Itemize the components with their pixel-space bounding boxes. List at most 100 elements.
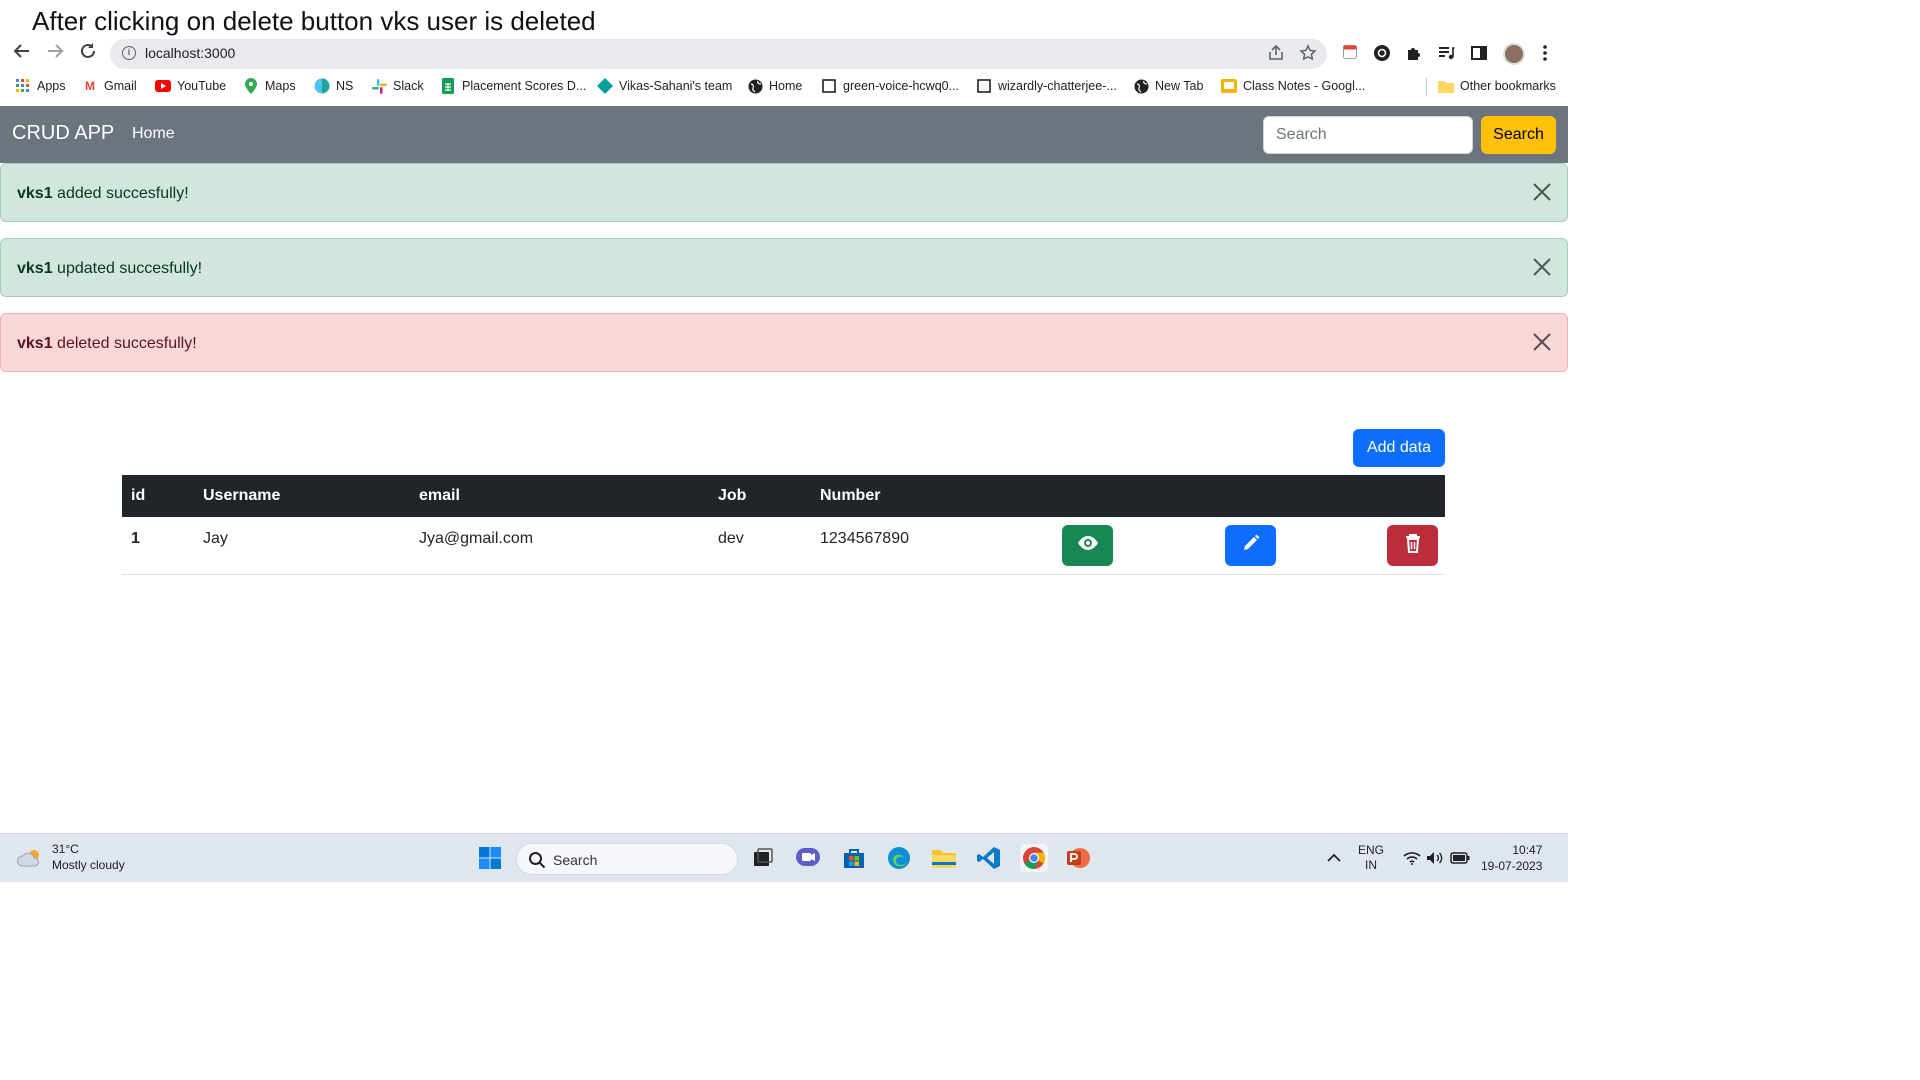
bookmark-slack[interactable]: Slack (371, 78, 424, 94)
app-brand[interactable]: CRUD APP (12, 122, 114, 145)
teams-chat-icon[interactable] (794, 844, 822, 872)
alert-added: vks1 added succesfully! (0, 163, 1568, 222)
clock-date: 19-07-2023 (1481, 859, 1543, 873)
ns-icon (314, 78, 330, 94)
weather-condition: Mostly cloudy (52, 858, 125, 872)
cell-number: 1234567890 (820, 530, 909, 547)
slack-icon (371, 78, 387, 94)
address-url: localhost:3000 (145, 45, 236, 61)
battery-icon[interactable] (1446, 844, 1474, 872)
trash-icon (1405, 533, 1421, 558)
globe-icon (1133, 78, 1149, 94)
bookmark-green-voice[interactable]: green-voice-hcwq0... (821, 78, 959, 94)
cell-email: Jya@gmail.com (419, 530, 534, 547)
alert-username: vks1 (17, 185, 53, 202)
screenshot-caption: After clicking on delete button vks user… (32, 6, 596, 36)
close-icon[interactable] (1531, 331, 1553, 353)
header-job: Job (718, 487, 747, 504)
taskbar-search[interactable]: Search (516, 843, 738, 875)
alert-deleted: vks1 deleted succesfully! (0, 313, 1568, 372)
apps-grid-icon (15, 78, 31, 94)
chevron-up-icon[interactable] (1320, 844, 1348, 872)
eye-icon (1076, 535, 1100, 556)
microsoft-store-icon[interactable] (840, 844, 868, 872)
delete-button[interactable] (1387, 525, 1438, 566)
vscode-icon[interactable] (975, 844, 1003, 872)
language-code: ENG (1358, 843, 1385, 857)
table-header: id Username email Job Number (122, 475, 1445, 517)
view-button[interactable] (1062, 525, 1113, 566)
cell-id: 1 (131, 530, 140, 547)
alert-message: updated succesfully! (52, 260, 203, 277)
share-icon[interactable] (1267, 44, 1285, 67)
folder-icon (1438, 78, 1454, 94)
bookmark-ns[interactable]: NS (314, 78, 353, 94)
diamond-icon (597, 78, 613, 94)
address-bar[interactable]: i localhost:3000 (110, 39, 1327, 69)
profile-avatar[interactable] (1503, 43, 1525, 65)
alert-message: added succesfully! (52, 185, 189, 202)
bookmark-star-icon[interactable] (1299, 44, 1317, 67)
nav-home-link[interactable]: Home (132, 125, 175, 143)
bookmark-wizardly-chatterjee[interactable]: wizardly-chatterjee-... (976, 78, 1117, 94)
forward-arrow-icon[interactable] (43, 42, 67, 66)
bookmark-other[interactable]: Other bookmarks (1438, 78, 1556, 94)
taskbar-search-label: Search (553, 852, 598, 868)
extensions-puzzle-icon[interactable] (1404, 44, 1424, 64)
page-icon (976, 78, 992, 94)
bookmark-apps[interactable]: Apps (15, 78, 66, 94)
powerpoint-icon[interactable] (1064, 844, 1092, 872)
file-explorer-icon[interactable] (930, 844, 958, 872)
maps-pin-icon (243, 78, 259, 94)
browser-toolbar: i localhost:3000 (0, 38, 1568, 70)
header-id: id (131, 487, 146, 504)
volume-icon[interactable] (1421, 844, 1449, 872)
clock-time: 10:47 (1512, 843, 1543, 857)
language-indicator[interactable]: ENG IN (1358, 843, 1384, 873)
windows-start-icon[interactable] (476, 844, 504, 872)
globe-icon (747, 78, 763, 94)
extension-circle-icon[interactable] (1372, 44, 1392, 64)
clock[interactable]: 10:47 19-07-2023 (1481, 842, 1542, 874)
side-panel-icon[interactable] (1469, 44, 1489, 64)
search-icon (528, 851, 546, 874)
page-icon (821, 78, 837, 94)
close-icon[interactable] (1531, 181, 1553, 203)
bookmark-youtube[interactable]: YouTube (155, 78, 226, 94)
back-arrow-icon[interactable] (10, 42, 34, 66)
calendar-extension-icon[interactable] (1340, 44, 1360, 64)
bookmark-vikas-team[interactable]: Vikas-Sahani's team (597, 78, 732, 94)
cell-username: Jay (203, 530, 228, 547)
edit-button[interactable] (1225, 525, 1276, 566)
bookmark-class-notes[interactable]: Class Notes - Googl... (1221, 78, 1365, 94)
alert-message: deleted succesfully! (52, 335, 197, 352)
edge-browser-icon[interactable] (885, 844, 913, 872)
table-row: 1 Jay Jya@gmail.com dev 1234567890 (122, 517, 1445, 575)
bookmark-gmail[interactable]: M Gmail (82, 78, 137, 94)
reload-icon[interactable] (76, 42, 100, 66)
site-info-icon[interactable]: i (122, 46, 136, 60)
search-input[interactable] (1263, 116, 1473, 154)
search-button[interactable]: Search (1481, 116, 1556, 154)
chrome-browser-icon[interactable] (1020, 844, 1048, 872)
header-number: Number (820, 487, 881, 504)
kebab-menu-icon[interactable] (1535, 44, 1555, 64)
bookmark-placement-scores[interactable]: Placement Scores D... (440, 78, 586, 94)
bookmark-maps[interactable]: Maps (243, 78, 296, 94)
windows-taskbar: 31°C Mostly cloudy Search ENG IN 10:47 1… (0, 833, 1568, 882)
pencil-icon (1241, 533, 1261, 558)
weather-temperature: 31°C (52, 842, 79, 856)
cell-job: dev (718, 530, 744, 547)
task-view-icon[interactable] (749, 844, 777, 872)
slides-icon (1221, 78, 1237, 94)
bookmarks-bar: Apps M Gmail YouTube Maps NS Slack Place… (0, 74, 1568, 100)
add-data-button[interactable]: Add data (1353, 429, 1445, 467)
bookmark-home[interactable]: Home (747, 78, 802, 94)
region-code: IN (1365, 858, 1377, 872)
close-icon[interactable] (1531, 256, 1553, 278)
media-queue-icon[interactable] (1436, 44, 1456, 64)
cloud-sun-icon (16, 848, 44, 867)
bookmarks-divider (1426, 78, 1427, 96)
youtube-icon (155, 78, 171, 94)
bookmark-new-tab[interactable]: New Tab (1133, 78, 1203, 94)
